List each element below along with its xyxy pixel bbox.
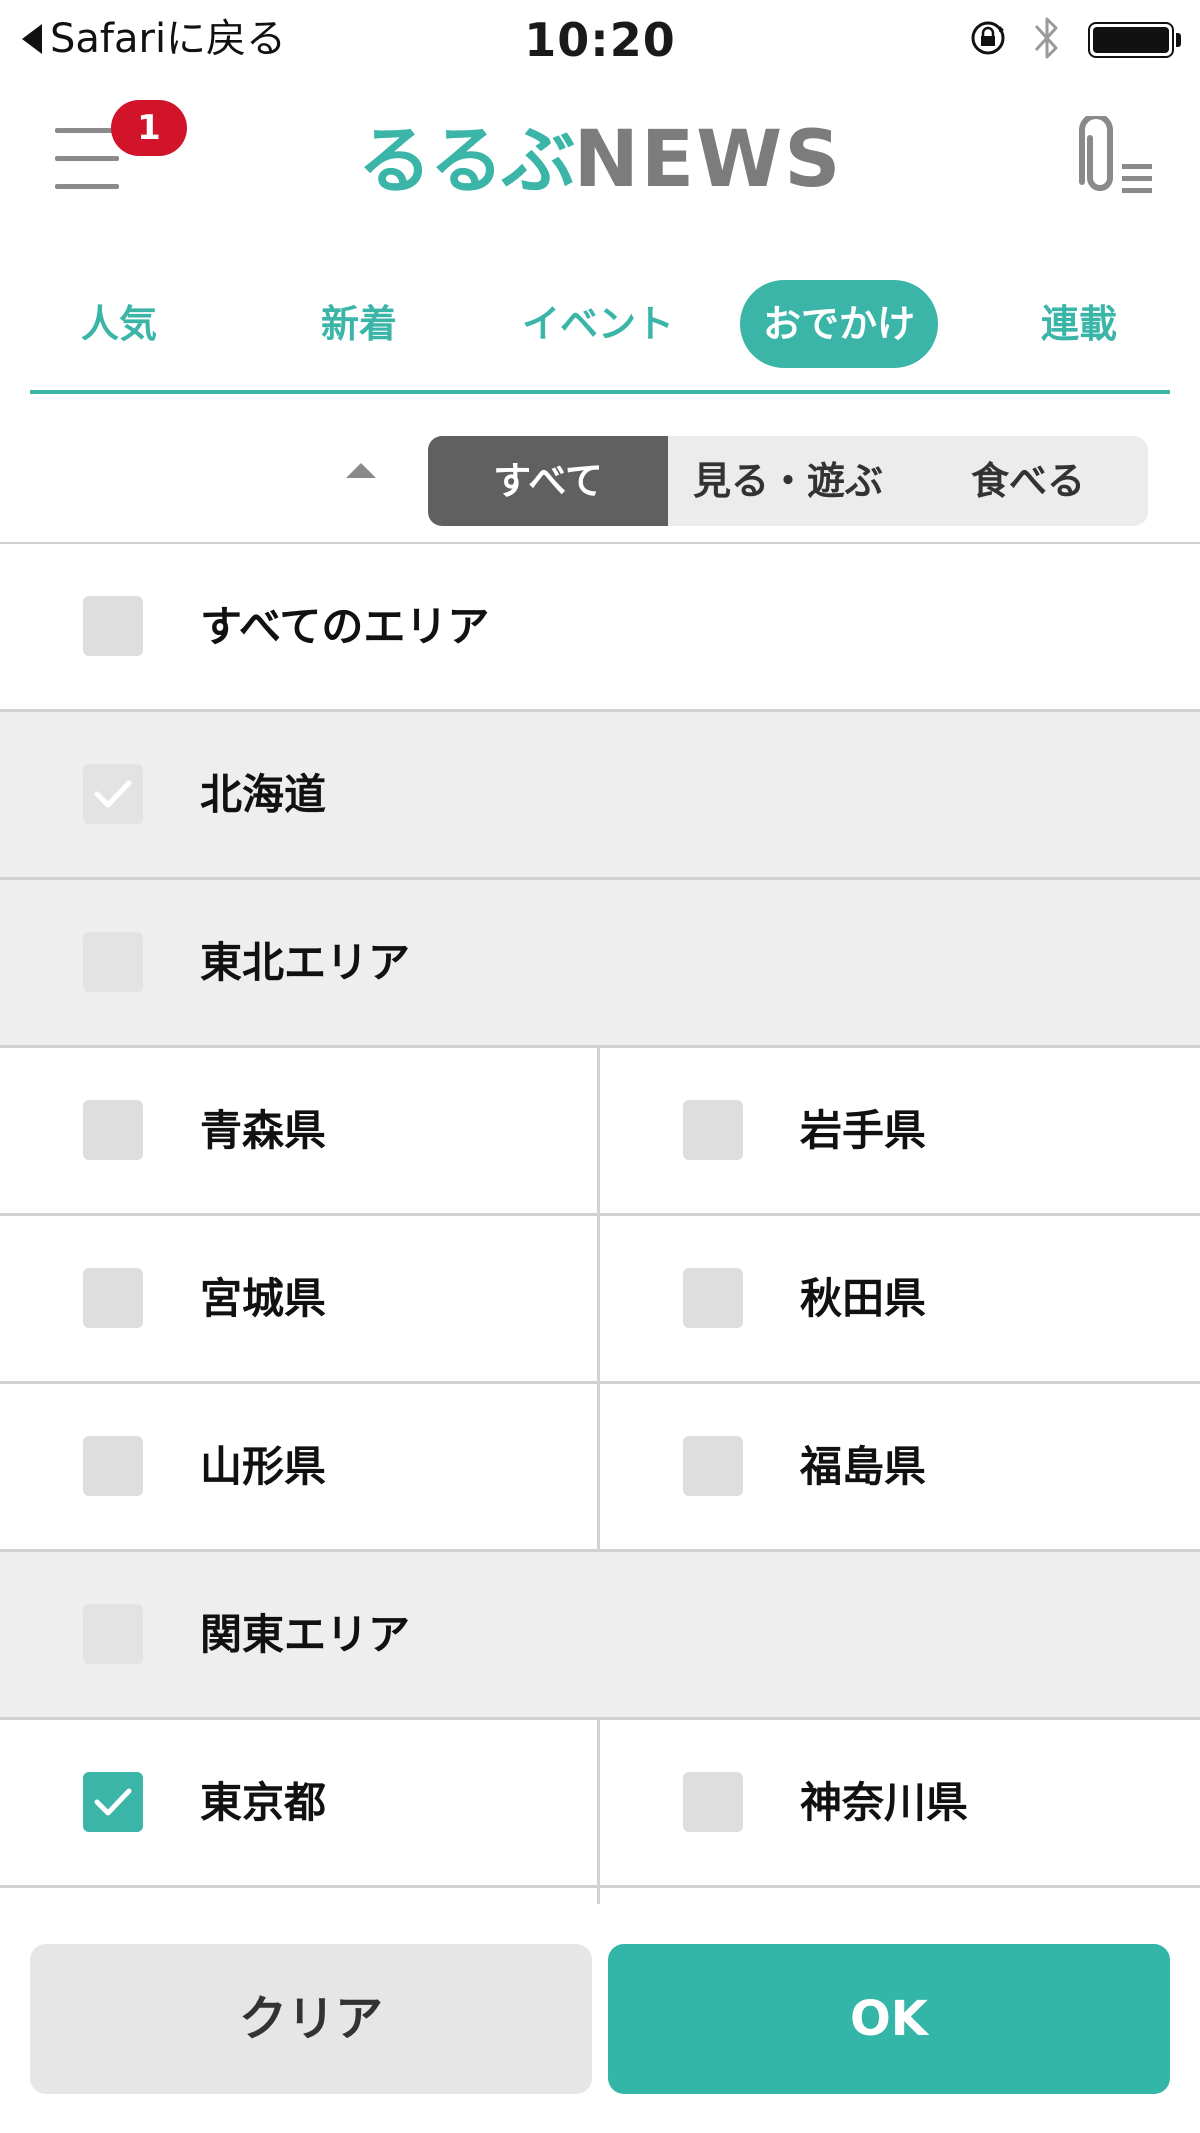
area-option-next[interactable] bbox=[0, 1888, 600, 1904]
area-option-next[interactable] bbox=[600, 1888, 1200, 1904]
area-label: 山形県 bbox=[200, 1442, 327, 1491]
list-item[interactable]: すべてのエリア bbox=[0, 544, 1200, 712]
checkbox-kanagawa[interactable] bbox=[683, 1772, 743, 1832]
area-label: 秋田県 bbox=[800, 1274, 927, 1323]
area-label: 東京都 bbox=[200, 1778, 327, 1827]
list-item: 青森県 岩手県 bbox=[0, 1048, 1200, 1216]
tab-series[interactable]: 連載 bbox=[1008, 280, 1150, 368]
tab-odekake[interactable]: おでかけ bbox=[740, 280, 938, 368]
segment-all[interactable]: すべて bbox=[428, 436, 668, 526]
area-option-miyagi[interactable]: 宮城県 bbox=[0, 1216, 600, 1381]
app-logo[interactable]: るるぶNEWS bbox=[0, 110, 1200, 210]
list-item[interactable]: 関東エリア bbox=[0, 1552, 1200, 1720]
bottom-action-bar: クリア OK bbox=[0, 1904, 1200, 2133]
segment-see-play[interactable]: 見る・遊ぶ bbox=[668, 436, 908, 526]
area-option-hokkaido[interactable]: 北海道 bbox=[0, 712, 1200, 877]
area-label: 関東エリア bbox=[200, 1610, 411, 1659]
logo-jp-text: るるぶ bbox=[357, 118, 576, 204]
category-tabs: 人気 新着 イベント おでかけ 連載 bbox=[0, 276, 1200, 372]
checkmark-icon bbox=[94, 1788, 132, 1816]
status-bar: Safariに戻る 10:20 bbox=[0, 0, 1200, 80]
checkbox-all-areas[interactable] bbox=[83, 596, 143, 656]
clear-button[interactable]: クリア bbox=[30, 1944, 592, 2094]
area-label: 東北エリア bbox=[200, 938, 411, 987]
checkmark-icon bbox=[94, 780, 132, 808]
tab-popular[interactable]: 人気 bbox=[48, 280, 190, 368]
area-option-kanagawa[interactable]: 神奈川県 bbox=[600, 1720, 1200, 1885]
checkbox-miyagi[interactable] bbox=[83, 1268, 143, 1328]
checkbox-fukushima[interactable] bbox=[683, 1436, 743, 1496]
status-time: 10:20 bbox=[524, 13, 676, 67]
tabs-underline bbox=[30, 390, 1170, 394]
checkbox-yamagata[interactable] bbox=[83, 1436, 143, 1496]
bluetooth-icon bbox=[1034, 17, 1058, 59]
list-item: 宮城県 秋田県 bbox=[0, 1216, 1200, 1384]
collapse-arrow-icon[interactable] bbox=[346, 463, 376, 478]
area-option-iwate[interactable]: 岩手県 bbox=[600, 1048, 1200, 1213]
area-option-akita[interactable]: 秋田県 bbox=[600, 1216, 1200, 1381]
area-label: 岩手県 bbox=[800, 1106, 927, 1155]
logo-en-text: NEWS bbox=[573, 115, 843, 205]
tab-event[interactable]: イベント bbox=[508, 280, 688, 368]
list-item bbox=[0, 1888, 1200, 1904]
tab-new[interactable]: 新着 bbox=[288, 280, 430, 368]
area-list: すべてのエリア 北海道 東北エリア 青森県 岩手県 宮城県 秋田県 山形県 福島… bbox=[0, 542, 1200, 1904]
area-label: すべてのエリア bbox=[200, 602, 490, 651]
ok-button[interactable]: OK bbox=[608, 1944, 1170, 2094]
genre-segmented-control: すべて 見る・遊ぶ 食べる bbox=[428, 436, 1148, 526]
checkbox-hokkaido[interactable] bbox=[83, 764, 143, 824]
area-option-kanto[interactable]: 関東エリア bbox=[0, 1552, 1200, 1717]
checkbox-kanto[interactable] bbox=[83, 1604, 143, 1664]
checkbox-tohoku[interactable] bbox=[83, 932, 143, 992]
list-item: 東京都 神奈川県 bbox=[0, 1720, 1200, 1888]
checkbox-tokyo[interactable] bbox=[83, 1772, 143, 1832]
area-option-tohoku[interactable]: 東北エリア bbox=[0, 880, 1200, 1045]
area-label: 宮城県 bbox=[200, 1274, 327, 1323]
list-item[interactable]: 北海道 bbox=[0, 712, 1200, 880]
area-option-fukushima[interactable]: 福島県 bbox=[600, 1384, 1200, 1549]
battery-icon bbox=[1088, 22, 1174, 58]
clip-list-icon[interactable] bbox=[1068, 116, 1158, 206]
segment-eat[interactable]: 食べる bbox=[908, 436, 1148, 526]
list-item: 山形県 福島県 bbox=[0, 1384, 1200, 1552]
checkbox-akita[interactable] bbox=[683, 1268, 743, 1328]
area-option-yamagata[interactable]: 山形県 bbox=[0, 1384, 600, 1549]
area-option-tokyo[interactable]: 東京都 bbox=[0, 1720, 600, 1885]
checkbox-aomori[interactable] bbox=[83, 1100, 143, 1160]
area-label: 青森県 bbox=[200, 1106, 327, 1155]
area-label: 福島県 bbox=[800, 1442, 927, 1491]
area-option-aomori[interactable]: 青森県 bbox=[0, 1048, 600, 1213]
rotation-lock-icon bbox=[971, 21, 1005, 55]
area-label: 神奈川県 bbox=[800, 1778, 969, 1827]
list-item[interactable]: 東北エリア bbox=[0, 880, 1200, 1048]
area-option-all[interactable]: すべてのエリア bbox=[0, 544, 1200, 709]
area-label: 北海道 bbox=[200, 770, 327, 819]
battery-tip bbox=[1176, 33, 1181, 47]
checkbox-iwate[interactable] bbox=[683, 1100, 743, 1160]
